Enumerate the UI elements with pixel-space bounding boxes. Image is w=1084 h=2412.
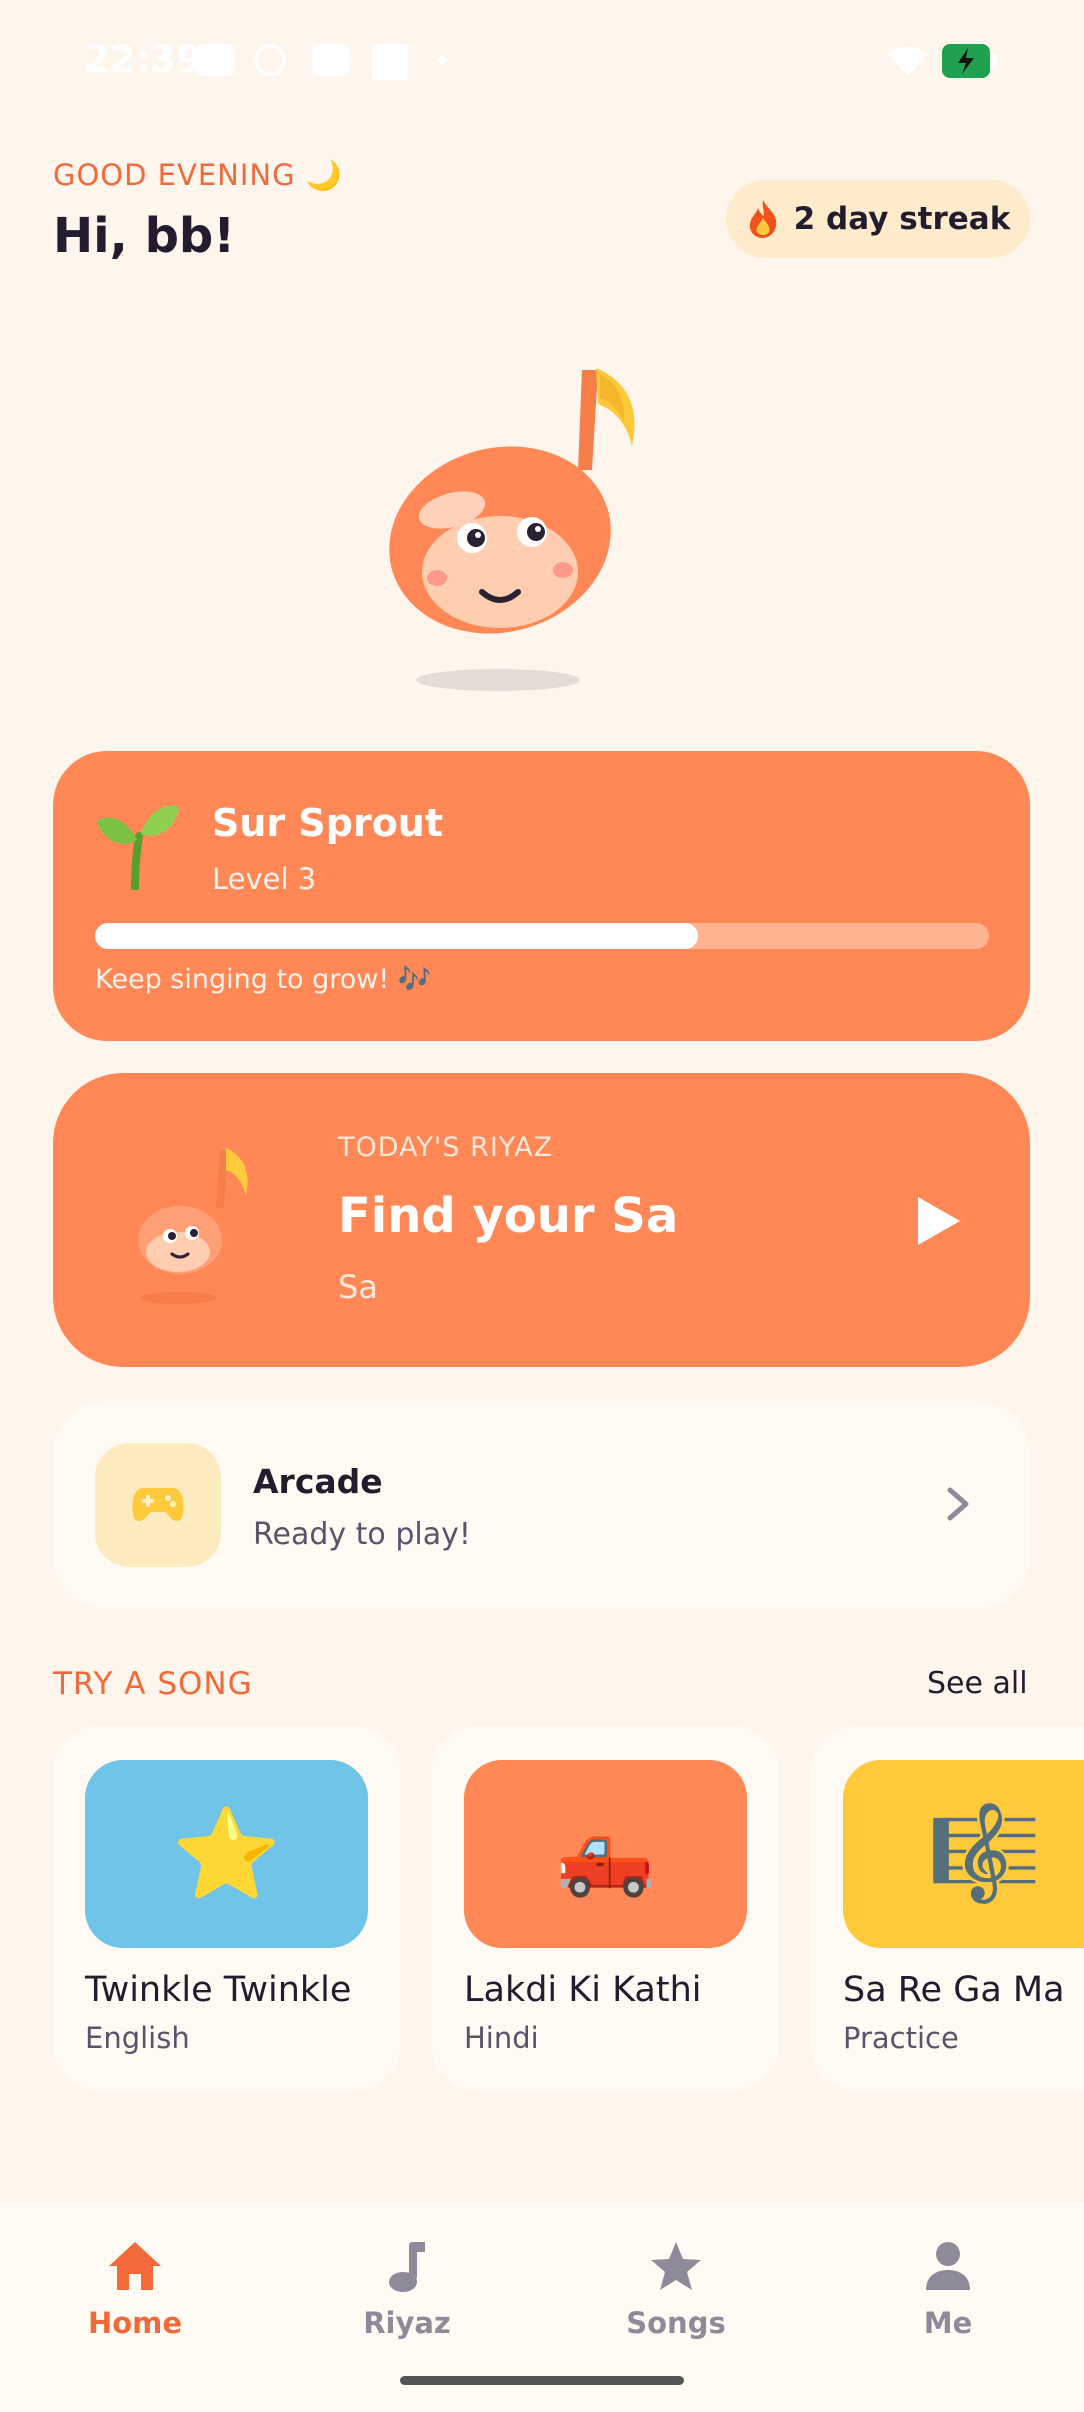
arcade-icon-box — [95, 1443, 221, 1567]
song-thumbnail: 🎼 — [843, 1760, 1084, 1948]
song-language: Hindi — [464, 2021, 539, 2055]
song-thumbnail: 🛻 — [464, 1760, 747, 1948]
more-notifications-dot-icon — [438, 56, 446, 64]
nav-item-songs[interactable]: Songs — [576, 2240, 776, 2360]
level-hint: Keep singing to grow! 🎶 — [95, 964, 432, 995]
song-card[interactable]: 🎼 Sa Re Ga Ma Practice — [811, 1726, 1084, 2091]
song-thumbnail: ⭐ — [85, 1760, 368, 1948]
level-title: Sur Sprout — [212, 801, 444, 845]
nav-item-me[interactable]: Me — [848, 2240, 1048, 2360]
riyaz-title: Find your Sa — [338, 1188, 679, 1244]
status-bar: 22:39 — [0, 0, 1084, 120]
star-emoji-icon: ⭐ — [171, 1802, 282, 1905]
music-note-icon — [389, 2242, 425, 2292]
level-card[interactable] — [53, 751, 1030, 1041]
nav-label-me: Me — [923, 2306, 973, 2340]
gamepad-icon — [132, 1488, 184, 1522]
battery-icon — [942, 44, 997, 78]
nav-label-songs: Songs — [626, 2306, 726, 2340]
sprout-icon — [97, 805, 179, 890]
play-icon[interactable] — [914, 1193, 964, 1249]
truck-emoji-icon: 🛻 — [555, 1807, 656, 1900]
star-icon — [651, 2242, 701, 2290]
arcade-subtitle: Ready to play! — [253, 1517, 471, 1552]
streak-badge[interactable]: 2 day streak — [726, 180, 1030, 258]
home-icon — [109, 2242, 161, 2290]
level-number: Level 3 — [212, 862, 317, 896]
youtube-notification-icon — [196, 44, 234, 76]
user-greeting-title: Hi, bb! — [53, 208, 236, 264]
nav-label-home: Home — [87, 2306, 183, 2340]
music-note-mascot — [389, 368, 635, 691]
check-notification-icon — [254, 44, 286, 76]
nav-label-riyaz: Riyaz — [363, 2306, 451, 2340]
try-a-song-heading: TRY A SONG — [53, 1666, 253, 1702]
flame-icon — [749, 200, 776, 238]
youtube-notification-icon — [312, 44, 350, 76]
app-notification-icon — [372, 44, 408, 80]
song-card[interactable]: ⭐ Twinkle Twinkle English — [53, 1726, 400, 2091]
person-icon — [926, 2242, 970, 2290]
see-all-link[interactable]: See all — [927, 1666, 1028, 1701]
mini-mascot-icon — [138, 1148, 248, 1304]
status-time: 22:39 — [84, 38, 202, 81]
song-language: Practice — [843, 2021, 959, 2055]
level-progress-fill — [95, 923, 698, 949]
nav-item-riyaz[interactable]: Riyaz — [307, 2240, 507, 2360]
song-language: English — [85, 2021, 190, 2055]
song-title: Twinkle Twinkle — [85, 1970, 352, 2010]
song-title: Lakdi Ki Kathi — [464, 1970, 702, 2010]
greeting-text: GOOD EVENING 🌙 — [53, 158, 343, 192]
songs-carousel[interactable]: ⭐ Twinkle Twinkle English 🛻 Lakdi Ki Kat… — [0, 1726, 1084, 2096]
song-title: Sa Re Ga Ma — [843, 1970, 1065, 2010]
song-card[interactable]: 🛻 Lakdi Ki Kathi Hindi — [432, 1726, 779, 2091]
wifi-icon — [888, 47, 928, 76]
nav-item-home[interactable]: Home — [35, 2240, 235, 2360]
music-score-emoji-icon: 🎼 — [927, 1800, 1042, 1907]
arcade-title: Arcade — [253, 1462, 383, 1501]
streak-label: 2 day streak — [793, 201, 1011, 237]
riyaz-section-label: TODAY'S RIYAZ — [338, 1132, 554, 1163]
home-indicator[interactable] — [400, 2376, 684, 2385]
chevron-right-icon[interactable] — [944, 1486, 972, 1522]
riyaz-note: Sa — [338, 1268, 378, 1306]
